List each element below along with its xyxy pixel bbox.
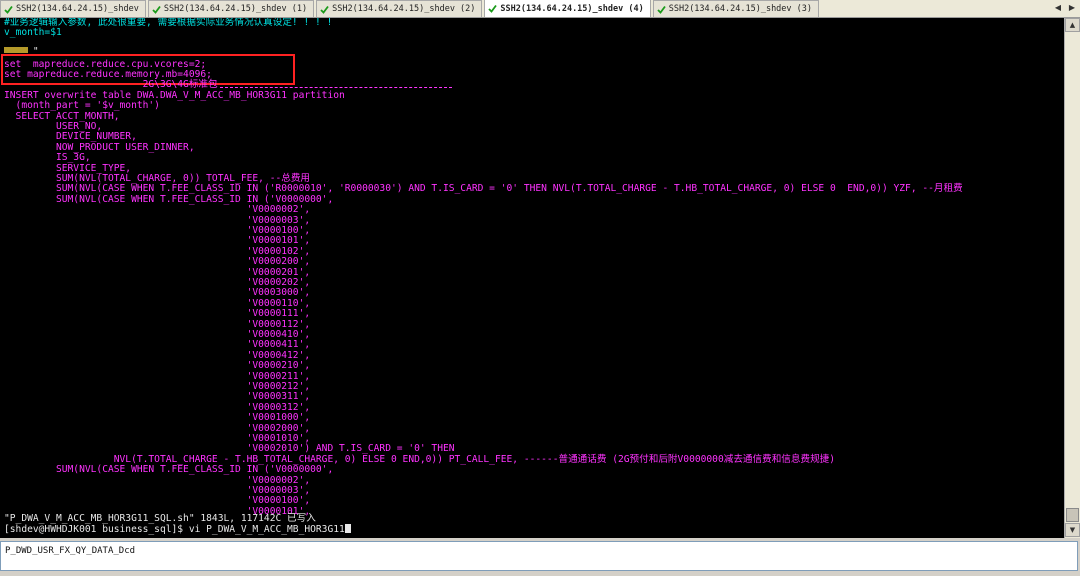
session-tab-3[interactable]: SSH2(134.64.24.15)_shdev (3)	[652, 0, 820, 17]
session-tab-active[interactable]: SSH2(134.64.24.15)_shdev (4)	[484, 0, 651, 17]
session-tab-label: SSH2(134.64.24.15)_shdev (2)	[332, 4, 476, 14]
terminal-line: "	[4, 46, 39, 58]
session-tab-2[interactable]: SSH2(134.64.24.15)_shdev (2)	[316, 0, 483, 17]
scroll-up-icon[interactable]: ▲	[1065, 18, 1080, 32]
green-check-icon	[657, 5, 666, 14]
green-check-icon	[152, 5, 161, 14]
session-tab-label: SSH2(134.64.24.15)_shdev (1)	[163, 4, 308, 14]
terminal-line: v_month=$1	[4, 27, 62, 39]
tab-scroll-controls: ◀ ▶	[1052, 2, 1078, 14]
green-check-icon	[488, 4, 498, 13]
session-tab-1[interactable]: SSH2(134.64.24.15)_shdev (1)	[147, 0, 315, 17]
green-check-icon	[4, 5, 13, 14]
shell-prompt-text: [shdev@HWHDJK001 business_sql]$ vi P_DWA…	[4, 524, 345, 536]
tab-scroll-right-icon[interactable]: ▶	[1066, 2, 1078, 14]
command-window-text: P_DWD_USR_FX_QY_DATA_Dcd	[5, 546, 136, 556]
command-window-panel: P_DWD_USR_FX_QY_DATA_Dcd	[0, 538, 1080, 576]
terminal-scrollbar[interactable]: ▲ ▼	[1064, 18, 1080, 538]
dashed-separator	[220, 87, 452, 88]
scroll-down-icon[interactable]: ▼	[1065, 523, 1080, 537]
session-tab-0[interactable]: SSH2(134.64.24.15)_shdev	[0, 0, 146, 17]
tab-scroll-left-icon[interactable]: ◀	[1052, 2, 1064, 14]
command-window-input[interactable]: P_DWD_USR_FX_QY_DATA_Dcd	[0, 541, 1078, 571]
terminal-output[interactable]: #业务逻辑输入参数, 此处很重要, 需要根据实际业务情况认真设定! ! ! ! …	[0, 18, 1064, 538]
session-tab-label: SSH2(134.64.24.15)_shdev (3)	[668, 4, 813, 14]
text-cursor	[344, 524, 351, 534]
scrollbar-thumb[interactable]	[1066, 508, 1079, 522]
session-tab-label: SSH2(134.64.24.15)_shdev (4)	[500, 3, 644, 14]
green-check-icon	[320, 5, 329, 14]
vi-status-line: "P_DWA_V_M_ACC_MB_HOR3G11_SQL.sh" 1843L,…	[4, 513, 316, 524]
shell-prompt-line: [shdev@HWHDJK001 business_sql]$ vi P_DWA…	[4, 524, 351, 536]
session-tab-label: SSH2(134.64.24.15)_shdev	[16, 4, 139, 14]
session-tab-bar: SSH2(134.64.24.15)_shdev SSH2(134.64.24.…	[0, 0, 1080, 18]
